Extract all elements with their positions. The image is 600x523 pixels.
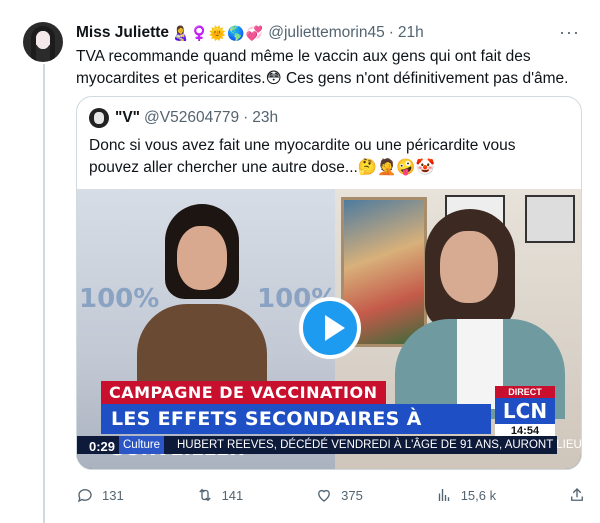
author-emojis: 👩‍🍼♀️🌞🌎💞 (172, 24, 265, 41)
tweet-time[interactable]: 21h (398, 24, 424, 42)
retweet-icon (198, 488, 211, 502)
guest-figure (395, 209, 565, 419)
share-button[interactable] (568, 486, 586, 504)
quoted-tweet[interactable]: "V" @V52604779 · 23h Donc si vous avez f… (76, 96, 582, 470)
tweet-header: Miss Juliette 👩‍🍼♀️🌞🌎💞 @juliettemorin45 … (76, 22, 580, 44)
retweet-button[interactable]: 141 (196, 486, 244, 504)
view-count: 15,6 k (460, 487, 497, 503)
reply-icon (77, 489, 92, 503)
reply-button[interactable]: 131 (76, 486, 124, 504)
quote-author-handle: @V52604779 (144, 109, 240, 126)
channel-logo: LCN (495, 398, 555, 424)
quote-avatar (89, 108, 109, 128)
share-icon (571, 488, 583, 501)
action-bar: 131 141 375 15,6 k (76, 484, 586, 506)
anchor-figure (137, 204, 267, 414)
thread-line (43, 64, 45, 523)
video-player[interactable]: 100% 100% CAMPAGNE DE VACCINATION LES EF… (77, 189, 581, 469)
more-icon[interactable]: ··· (559, 22, 580, 43)
like-count: 375 (341, 487, 363, 503)
quote-author-name: "V" (115, 109, 141, 126)
lower-third-headline: LES EFFETS SECONDAIRES À SURVEILLER (101, 404, 491, 460)
avatar[interactable] (23, 22, 63, 62)
retweet-count: 141 (221, 487, 244, 503)
author-handle[interactable]: @juliettemorin45 (268, 24, 385, 42)
views-button[interactable]: 15,6 k (435, 486, 496, 504)
separator-dot: · (388, 24, 394, 41)
heart-icon (318, 489, 331, 502)
news-ticker: Culture HUBERT REEVES, DÉCÉDÉ VENDREDI À… (77, 436, 581, 454)
avatar-face (36, 31, 50, 49)
separator-dot: · (243, 109, 249, 126)
video-duration: 0:29 (89, 439, 116, 454)
tweet-text: TVA recommande quand même le vaccin aux … (76, 48, 569, 87)
live-badge: DIRECT (495, 386, 555, 398)
play-button[interactable] (299, 297, 361, 359)
like-button[interactable]: 375 (315, 486, 363, 504)
reply-count: 131 (102, 487, 124, 503)
lower-third-label: CAMPAGNE DE VACCINATION (101, 381, 386, 405)
views-icon (438, 489, 449, 501)
ticker-label: Culture (119, 436, 165, 454)
author-name[interactable]: Miss Juliette (76, 24, 169, 42)
quote-header: "V" @V52604779 · 23h (89, 108, 278, 128)
quote-time: 23h (252, 109, 279, 126)
quote-text: Donc si vous avez fait une myocardite ou… (89, 137, 516, 176)
ticker-text: HUBERT REEVES, DÉCÉDÉ VENDREDI À L'ÂGE D… (177, 439, 581, 451)
